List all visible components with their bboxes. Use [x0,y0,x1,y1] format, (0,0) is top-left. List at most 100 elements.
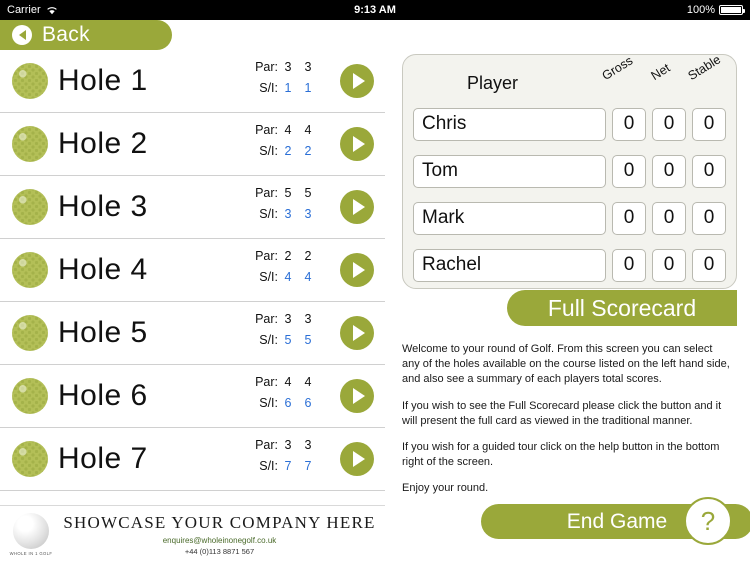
score-row: Chris 0 0 0 [403,103,736,145]
hole-go-button[interactable] [340,190,374,224]
battery-percent-label: 100% [686,4,715,16]
gross-column-header: Gross [599,53,636,83]
hole-row[interactable]: Hole 4 Par: 2 2 S/I: 4 4 [0,239,385,302]
app-root: Carrier 9:13 AM 100% Back Hole 1 Par: 3 3 S/… [0,0,750,562]
si-value-white: 2 [284,144,292,158]
hole-stats: Par: 3 3 S/I: 7 7 [248,438,336,480]
hole-stats: Par: 3 3 S/I: 5 5 [248,312,336,354]
si-value-white: 7 [284,459,292,473]
par-value-white: 5 [284,186,292,200]
hole-go-button[interactable] [340,253,374,287]
player-name-field[interactable]: Rachel [413,248,606,282]
hole-go-button[interactable] [340,127,374,161]
hole-row[interactable]: Hole 6 Par: 4 4 S/I: 6 6 [0,365,385,428]
advert-logo-caption: WHOLE IN 1 GOLF [9,550,53,556]
full-scorecard-button[interactable]: Full Scorecard [507,290,737,326]
par-label: Par: [255,123,278,137]
hole-row[interactable]: Hole 2 Par: 4 4 S/I: 2 2 [0,113,385,176]
instructions-paragraph-2: If you wish to see the Full Scorecard pl… [402,399,722,427]
advert-logo: WHOLE IN 1 GOLF [0,512,62,556]
wifi-icon [46,5,58,15]
advert-banner[interactable]: WHOLE IN 1 GOLF SHOWCASE YOUR COMPANY HE… [0,505,385,562]
si-value-yellow: 4 [304,270,312,284]
par-value-white: 3 [284,312,292,326]
advert-email: enquires@wholeinonegolf.co.uk [162,535,277,545]
hole-stats: Par: 4 4 S/I: 2 2 [248,123,336,165]
si-label: S/I: [259,81,278,95]
stable-value: 0 [692,248,726,282]
hole-stats: Par: 4 4 S/I: 6 6 [248,375,336,417]
si-value-white: 3 [284,207,292,221]
si-label: S/I: [259,333,278,347]
hole-row[interactable]: Hole 1 Par: 3 3 S/I: 1 1 [0,50,385,113]
golf-ball-icon [12,252,48,288]
status-bar-left: Carrier [0,0,248,20]
clock: 9:13 AM [354,4,396,16]
par-label: Par: [255,438,278,452]
player-column-header: Player [467,73,519,93]
score-summary-header: Player Gross Net Stable [403,52,736,103]
back-chevron-icon [12,25,32,45]
si-label: S/I: [259,144,278,158]
si-value-white: 4 [284,270,292,284]
par-label: Par: [255,186,278,200]
net-value: 0 [652,248,686,282]
hole-go-button[interactable] [340,442,374,476]
score-row: Tom 0 0 0 [403,150,736,192]
si-value-yellow: 6 [304,396,312,410]
hole-name: Hole 2 [58,127,148,160]
back-button[interactable]: Back [0,20,172,50]
gross-value: 0 [612,201,646,235]
par-value-white: 2 [284,249,292,263]
hole-go-button[interactable] [340,316,374,350]
si-label: S/I: [259,459,278,473]
score-summary-card: Player Gross Net Stable Chris 0 0 0 Tom 0 0 0 Ma… [402,52,737,289]
hole-row[interactable]: Hole 7 Par: 3 3 S/I: 7 7 [0,428,385,491]
par-value-yellow: 3 [304,312,312,326]
si-value-yellow: 3 [304,207,312,221]
nav-bar: Back [0,20,750,50]
hole-stats: Par: 2 2 S/I: 4 4 [248,249,336,291]
golf-ball-icon [12,441,48,477]
hole-stats: Par: 3 3 S/I: 1 1 [248,60,336,102]
instructions-paragraph-4: Enjoy your round. [402,482,489,495]
hole-go-button[interactable] [340,379,374,413]
golf-ball-icon [12,378,48,414]
si-value-white: 1 [284,81,292,95]
hole-row[interactable]: Hole 3 Par: 5 5 S/I: 3 3 [0,176,385,239]
help-button[interactable]: ? [684,497,732,545]
hole-name: Hole 4 [58,253,148,286]
hole-list[interactable]: Hole 1 Par: 3 3 S/I: 1 1 Hole 2 Par: 4 4 S/I: 2 2 Hole… [0,50,385,505]
stable-value: 0 [692,201,726,235]
hole-go-button[interactable] [340,64,374,98]
carrier-label: Carrier [7,4,41,16]
hole-name: Hole 1 [58,64,148,97]
score-rows: Chris 0 0 0 Tom 0 0 0 Mark 0 0 0 Rachel 0 0 0 [403,103,736,286]
advert-phone: +44 (0)113 8871 567 [184,546,255,556]
si-label: S/I: [259,270,278,284]
hole-name: Hole 3 [58,190,148,223]
player-name-field[interactable]: Chris [413,107,606,141]
player-name-field[interactable]: Mark [413,201,606,235]
golf-ball-icon [12,63,48,99]
par-value-yellow: 4 [304,123,312,137]
par-value-white: 3 [284,438,292,452]
player-name-field[interactable]: Tom [413,154,606,188]
hole-name: Hole 7 [58,442,148,475]
par-value-yellow: 4 [304,375,312,389]
status-bar-right: 100% [503,0,750,20]
hole-stats: Par: 5 5 S/I: 3 3 [248,186,336,228]
back-button-label: Back [42,23,90,46]
stable-column-header: Stable [685,52,724,83]
si-value-yellow: 7 [304,459,312,473]
hole-row[interactable]: Hole 5 Par: 3 3 S/I: 5 5 [0,302,385,365]
stable-value: 0 [692,107,726,141]
si-label: S/I: [259,207,278,221]
score-row: Rachel 0 0 0 [403,244,736,286]
instructions-text: Welcome to your round of Golf. From this… [402,342,732,507]
battery-full-icon [719,5,745,15]
par-value-white: 4 [284,123,292,137]
si-value-yellow: 1 [304,81,312,95]
gross-value: 0 [612,248,646,282]
par-value-white: 3 [284,60,292,74]
